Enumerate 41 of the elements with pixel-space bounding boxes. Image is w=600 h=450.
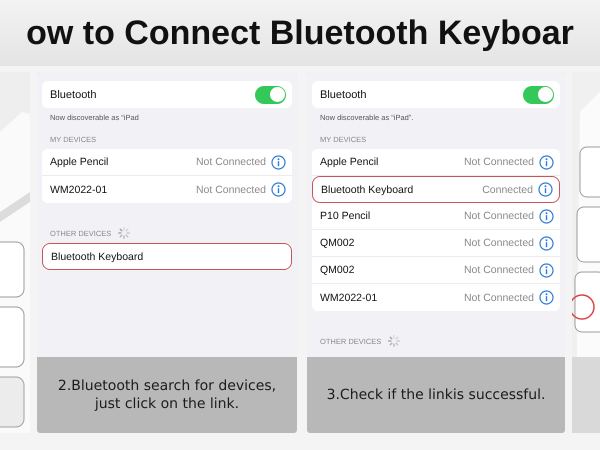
device-name: WM2022-01 bbox=[50, 184, 108, 196]
info-icon[interactable] bbox=[539, 236, 554, 250]
connection-status: Not Connected bbox=[464, 292, 534, 304]
device-name: Bluetooth Keyboard bbox=[321, 184, 414, 196]
info-icon[interactable] bbox=[539, 154, 554, 170]
connection-status: Not Connected bbox=[464, 210, 534, 222]
toggle-switch[interactable] bbox=[255, 86, 286, 104]
device-row[interactable]: WM2022-01 Not Connected bbox=[42, 176, 292, 203]
step-caption: 3.Check if the linkis successful. bbox=[326, 386, 546, 404]
info-icon[interactable] bbox=[271, 154, 286, 170]
device-name: Bluetooth Keyboard bbox=[51, 250, 144, 262]
setting-label: Bluetooth bbox=[320, 88, 366, 100]
connection-status: Not Connected bbox=[196, 184, 266, 196]
device-row[interactable]: Apple Pencil Not Connected bbox=[42, 149, 292, 176]
connection-status: Not Connected bbox=[464, 264, 534, 276]
device-row[interactable]: P10 Pencil Not Connected bbox=[312, 203, 560, 230]
connection-status: Not Connected bbox=[464, 237, 534, 249]
device-name: Apple Pencil bbox=[320, 156, 380, 168]
step-caption: 2.Bluetooth search for devices, just click on the link. bbox=[58, 376, 276, 414]
device-row[interactable]: QM002 Not Connected bbox=[312, 257, 560, 284]
info-icon[interactable] bbox=[539, 208, 554, 224]
device-row[interactable]: Bluetooth Keyboard bbox=[42, 243, 292, 270]
device-name: QM002 bbox=[320, 264, 356, 276]
device-name: P10 Pencil bbox=[320, 210, 372, 222]
device-row[interactable]: WM2022-01 Not Connected bbox=[312, 284, 560, 311]
device-row[interactable]: Bluetooth Keyboard Connected bbox=[312, 176, 560, 203]
page-title: ow to Connect Bluetooth Keyboar bbox=[26, 14, 574, 52]
device-name: WM2022-01 bbox=[320, 292, 378, 304]
toggle-switch[interactable] bbox=[523, 86, 554, 104]
device-row[interactable]: QM002 Not Connected bbox=[312, 230, 560, 257]
info-icon[interactable] bbox=[539, 290, 554, 305]
device-row[interactable]: Apple Pencil Not Connected bbox=[312, 149, 560, 176]
connection-status: Not Connected bbox=[464, 156, 534, 168]
device-name: Apple Pencil bbox=[50, 156, 110, 168]
info-icon[interactable] bbox=[538, 182, 553, 197]
connection-status: Connected bbox=[482, 184, 533, 196]
info-icon[interactable] bbox=[539, 262, 554, 278]
setting-label: Bluetooth bbox=[50, 88, 96, 100]
connection-status: Not Connected bbox=[196, 156, 266, 168]
device-name: QM002 bbox=[320, 237, 356, 249]
info-icon[interactable] bbox=[271, 182, 286, 197]
